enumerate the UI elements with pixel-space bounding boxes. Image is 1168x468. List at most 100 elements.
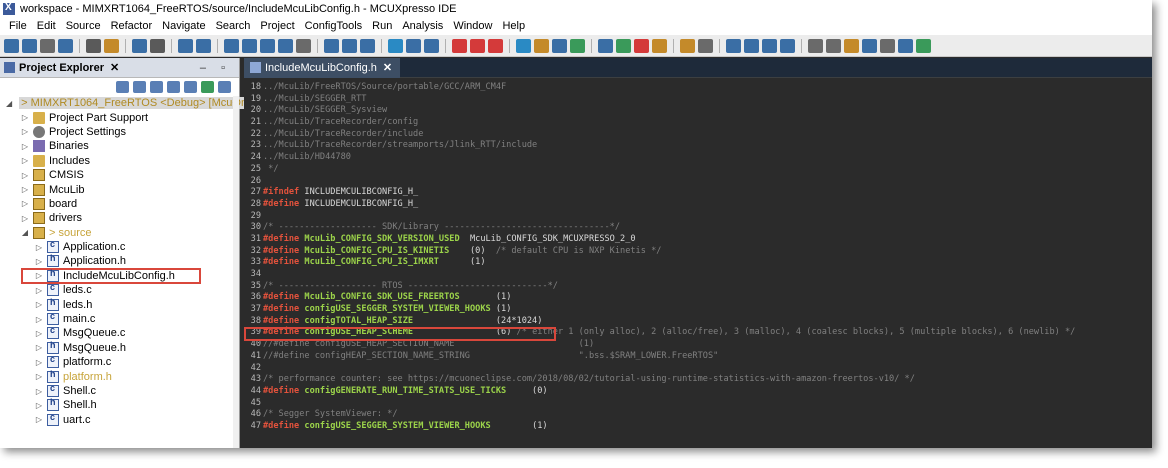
expand-chevron-icon[interactable]: ◢ [6, 99, 12, 108]
toolbar-button-icon[interactable] [726, 38, 741, 53]
menu-configtools[interactable]: ConfigTools [300, 20, 367, 32]
toolbar-button-icon[interactable] [242, 38, 257, 53]
tree-item[interactable]: ▷ Project Settings [0, 125, 239, 139]
view-menu-icon[interactable] [218, 81, 231, 93]
expand-chevron-icon[interactable]: ▷ [20, 142, 30, 151]
toolbar-button-icon[interactable] [388, 38, 403, 53]
toolbar-button-icon[interactable] [552, 38, 567, 53]
menu-window[interactable]: Window [448, 20, 497, 32]
toolbar-button-icon[interactable] [452, 38, 467, 53]
toolbar-button-icon[interactable] [58, 38, 73, 53]
expand-chevron-icon[interactable]: ▷ [34, 300, 44, 309]
expand-chevron-icon[interactable]: ▷ [20, 185, 30, 194]
tree-item[interactable]: ▷ McuLib [0, 182, 239, 196]
expand-chevron-icon[interactable]: ▷ [34, 401, 44, 410]
tree-item[interactable]: ▷ IncludeMcuLibConfig.h [21, 267, 201, 285]
tree-item[interactable]: ◢ > MIMXRT1064_FreeRTOS <Debug> [McuOnEc [0, 96, 262, 110]
tree-item[interactable]: ▷ Shell.c [0, 383, 239, 398]
tree-item[interactable]: ▷ MsgQueue.c [0, 325, 239, 340]
toolbar-button-icon[interactable] [296, 38, 311, 53]
menu-refactor[interactable]: Refactor [106, 20, 158, 32]
toolbar-button-icon[interactable] [744, 38, 759, 53]
expand-chevron-icon[interactable]: ▷ [34, 271, 44, 280]
toolbar-button-icon[interactable] [86, 38, 101, 53]
expand-chevron-icon[interactable]: ◢ [20, 228, 30, 237]
expand-chevron-icon[interactable]: ▷ [34, 387, 44, 396]
expand-chevron-icon[interactable]: ▷ [20, 199, 30, 208]
menu-file[interactable]: File [4, 20, 32, 32]
tree-item[interactable]: ▷ Application.c [0, 239, 239, 254]
tree-item[interactable]: ▷ platform.h [0, 369, 239, 383]
toolbar-button-icon[interactable] [196, 38, 211, 53]
toolbar-button-icon[interactable] [844, 38, 859, 53]
toolbar-button-icon[interactable] [132, 38, 147, 53]
toolbar-button-icon[interactable] [698, 38, 713, 53]
toolbar-button-icon[interactable] [808, 38, 823, 53]
toolbar-button-icon[interactable] [4, 38, 19, 53]
menu-run[interactable]: Run [367, 20, 397, 32]
expand-chevron-icon[interactable]: ▷ [34, 315, 44, 324]
toolbar-button-icon[interactable] [150, 38, 165, 53]
tree-item[interactable]: ▷ leds.c [0, 282, 239, 297]
toolbar-button-icon[interactable] [104, 38, 119, 53]
expand-chevron-icon[interactable]: ▷ [20, 214, 30, 223]
minimize-maximize-controls[interactable]: – ▫ [200, 62, 231, 74]
tree-item[interactable]: ▷ Project Part Support [0, 110, 239, 124]
tree-item[interactable]: ▷ platform.c [0, 354, 239, 369]
toolbar-button-icon[interactable] [178, 38, 193, 53]
close-icon[interactable]: ✕ [383, 61, 392, 74]
menu-source[interactable]: Source [61, 20, 106, 32]
expand-chevron-icon[interactable]: ▷ [20, 156, 30, 165]
toolbar-button-icon[interactable] [342, 38, 357, 53]
sync-icon[interactable] [184, 81, 197, 93]
tree-item[interactable]: ▷ main.c [0, 311, 239, 326]
toolbar-button-icon[interactable] [898, 38, 913, 53]
menu-edit[interactable]: Edit [32, 20, 61, 32]
expand-chevron-icon[interactable]: ▷ [34, 243, 44, 252]
project-explorer-tab[interactable]: Project Explorer ✕ – ▫ [0, 58, 239, 78]
toolbar-button-icon[interactable] [916, 38, 931, 53]
menu-search[interactable]: Search [211, 20, 256, 32]
expand-chevron-icon[interactable]: ▷ [20, 127, 30, 136]
expand-chevron-icon[interactable]: ▷ [20, 171, 30, 180]
toolbar-button-icon[interactable] [680, 38, 695, 53]
toolbar-button-icon[interactable] [780, 38, 795, 53]
editor-tab-includemculibconfig[interactable]: IncludeMcuLibConfig.h ✕ [244, 57, 401, 78]
tree-item[interactable]: ▷ uart.c [0, 412, 239, 427]
toolbar-button-icon[interactable] [224, 38, 239, 53]
toolbar-button-icon[interactable] [488, 38, 503, 53]
toolbar-button-icon[interactable] [40, 38, 55, 53]
expand-chevron-icon[interactable]: ▷ [34, 343, 44, 352]
link-with-editor-icon[interactable] [133, 81, 146, 93]
build-config-icon[interactable] [201, 81, 214, 93]
tree-item[interactable]: ▷ Binaries [0, 139, 239, 153]
toolbar-button-icon[interactable] [406, 38, 421, 53]
tree-item[interactable]: ▷ board [0, 197, 239, 211]
expand-chevron-icon[interactable]: ▷ [34, 329, 44, 338]
menu-navigate[interactable]: Navigate [157, 20, 210, 32]
toolbar-button-icon[interactable] [862, 38, 877, 53]
explorer-scrollbar[interactable] [233, 96, 239, 448]
toolbar-button-icon[interactable] [470, 38, 485, 53]
toolbar-button-icon[interactable] [360, 38, 375, 53]
menu-help[interactable]: Help [497, 20, 530, 32]
toolbar-button-icon[interactable] [762, 38, 777, 53]
toolbar-button-icon[interactable] [278, 38, 293, 53]
tree-item[interactable]: ▷ Includes [0, 154, 239, 168]
expand-chevron-icon[interactable]: ▷ [20, 113, 30, 122]
toolbar-button-icon[interactable] [260, 38, 275, 53]
expand-chevron-icon[interactable]: ▷ [34, 415, 44, 424]
toolbar-button-icon[interactable] [652, 38, 667, 53]
toolbar-button-icon[interactable] [22, 38, 37, 53]
toolbar-button-icon[interactable] [880, 38, 895, 53]
toolbar-button-icon[interactable] [570, 38, 585, 53]
toolbar-button-icon[interactable] [826, 38, 841, 53]
expand-chevron-icon[interactable]: ▷ [34, 286, 44, 295]
toolbar-button-icon[interactable] [324, 38, 339, 53]
expand-chevron-icon[interactable]: ▷ [34, 372, 44, 381]
close-icon[interactable]: ✕ [110, 61, 119, 74]
tree-item[interactable]: ▷ Application.h [0, 253, 239, 268]
toolbar-button-icon[interactable] [616, 38, 631, 53]
tree-item[interactable]: ◢ > source [0, 226, 239, 240]
new-folder-icon[interactable] [167, 81, 180, 93]
